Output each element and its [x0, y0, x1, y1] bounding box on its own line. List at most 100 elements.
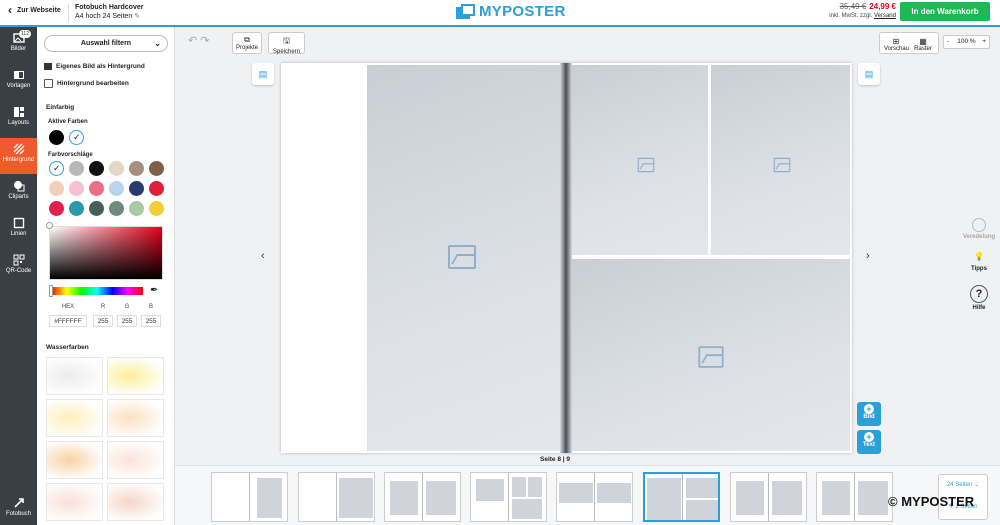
- copy-icon: ⧉: [244, 35, 250, 44]
- pages-count-select[interactable]: 24 Seiten ⌄: [939, 481, 987, 488]
- watercolor-tile[interactable]: [107, 399, 164, 437]
- color-swatch[interactable]: [149, 161, 164, 176]
- add-to-cart-button[interactable]: In den Warenkorb: [900, 2, 990, 21]
- color-swatch[interactable]: [89, 161, 104, 176]
- product-subtitle[interactable]: A4 hoch 24 Seiten ✎: [75, 12, 143, 21]
- finishing-tool[interactable]: Veredelung: [957, 218, 1000, 240]
- lightbulb-icon: 💡: [974, 252, 984, 261]
- color-swatch[interactable]: [129, 201, 144, 216]
- nav-item-background[interactable]: Hintergrund: [0, 138, 37, 174]
- plus-icon: +: [864, 404, 874, 414]
- view-tools: ⊞ Vorschau ▦ Raster: [879, 32, 939, 54]
- left-page-layout-icon[interactable]: ▤: [252, 63, 274, 85]
- color-swatch[interactable]: ✓: [69, 130, 84, 145]
- photo-placeholder[interactable]: [572, 259, 850, 451]
- undo-icon[interactable]: ↶: [188, 35, 197, 47]
- nav-item-layouts[interactable]: Layouts: [0, 101, 37, 137]
- page-thumbnail[interactable]: [470, 472, 547, 522]
- page-thumbnail[interactable]: [384, 472, 461, 522]
- page-thumbnail[interactable]: [556, 472, 633, 522]
- edit-background-checkbox[interactable]: [44, 79, 53, 88]
- background-icon: [13, 143, 24, 155]
- save-button[interactable]: 🖫 Speichern: [268, 32, 305, 55]
- watercolor-tile[interactable]: [46, 399, 103, 437]
- color-swatch[interactable]: [49, 201, 64, 216]
- color-swatch[interactable]: [69, 201, 84, 216]
- r-input[interactable]: 255: [93, 315, 113, 327]
- photo-placeholder[interactable]: [367, 65, 560, 451]
- product-info: Fotobuch Hardcover A4 hoch 24 Seiten ✎: [75, 3, 143, 21]
- top-bar: ‹ Zur Webseite Fotobuch Hardcover A4 hoc…: [0, 0, 1000, 27]
- b-label: B: [148, 304, 153, 310]
- eyedropper-icon[interactable]: ✒: [150, 285, 158, 296]
- watercolor-tile[interactable]: [46, 357, 103, 395]
- filter-select[interactable]: Auswahl filtern ⌄: [44, 35, 168, 52]
- color-swatch[interactable]: [129, 161, 144, 176]
- myposter-logo-icon: [456, 3, 476, 20]
- projects-button[interactable]: ⧉ Projekte: [232, 32, 262, 54]
- g-input[interactable]: 255: [117, 315, 137, 327]
- color-swatch[interactable]: [149, 201, 164, 216]
- nav-item-qr-code[interactable]: QR-Code: [0, 249, 37, 285]
- hue-slider-handle[interactable]: [49, 285, 53, 297]
- photo-placeholder[interactable]: [572, 65, 708, 255]
- color-swatch[interactable]: [109, 201, 124, 216]
- color-swatch[interactable]: [129, 181, 144, 196]
- add-text-button[interactable]: + Text: [857, 430, 881, 454]
- tips-tool[interactable]: 💡 Tipps: [957, 250, 1000, 272]
- page-thumbnail[interactable]: [730, 472, 807, 522]
- previous-page-arrow[interactable]: ‹: [261, 250, 265, 262]
- color-swatch[interactable]: ✓: [49, 161, 64, 176]
- watercolor-tile[interactable]: [107, 483, 164, 521]
- current-price: 24,99 €: [869, 2, 896, 11]
- gradient-handle[interactable]: [46, 222, 53, 229]
- zoom-in-button[interactable]: +: [982, 36, 986, 48]
- page-thumbnail[interactable]: [211, 472, 288, 522]
- help-tool[interactable]: ? Hilfe: [957, 285, 1000, 311]
- active-colors-label: Aktive Farben: [48, 119, 88, 125]
- color-swatch[interactable]: [69, 161, 84, 176]
- book-spine: [560, 63, 572, 453]
- photo-placeholder[interactable]: [711, 65, 850, 255]
- hex-input[interactable]: #FFFFFF: [49, 315, 87, 327]
- redo-icon[interactable]: ↷: [200, 35, 209, 47]
- edit-background-option[interactable]: Hintergrund bearbeiten: [44, 79, 129, 88]
- zoom-value[interactable]: 100 %: [957, 38, 975, 45]
- page-thumbnail[interactable]: [298, 472, 375, 522]
- brand-logo[interactable]: MYPOSTER: [456, 3, 566, 20]
- edit-pencil-icon[interactable]: ✎: [134, 13, 140, 20]
- page-thumbnail[interactable]: [816, 472, 893, 522]
- nav-item-templates[interactable]: Vorlagen: [0, 64, 37, 100]
- color-swatch[interactable]: [69, 181, 84, 196]
- watercolor-tile[interactable]: [107, 357, 164, 395]
- nav-item-photobook[interactable]: Fotobuch: [0, 492, 37, 525]
- color-swatch[interactable]: [109, 181, 124, 196]
- add-image-button[interactable]: + Bild: [857, 402, 881, 426]
- background-panel: Auswahl filtern ⌄ Eigenes Bild als Hinte…: [37, 27, 175, 525]
- grid-button[interactable]: ▦ Raster: [911, 35, 935, 52]
- shipping-link[interactable]: Versand: [874, 13, 896, 19]
- next-page-arrow[interactable]: ›: [866, 250, 870, 262]
- b-input[interactable]: 255: [141, 315, 161, 327]
- solid-color-heading: Einfarbig: [46, 104, 75, 111]
- preview-button[interactable]: ⊞ Vorschau: [884, 35, 909, 52]
- color-swatch[interactable]: [89, 201, 104, 216]
- own-image-background-option[interactable]: Eigenes Bild als Hintergrund: [44, 63, 145, 70]
- nav-item-lines[interactable]: Linien: [0, 212, 37, 248]
- zoom-out-button[interactable]: -: [947, 36, 949, 48]
- hue-slider[interactable]: [51, 287, 143, 295]
- color-swatch[interactable]: [89, 181, 104, 196]
- color-swatch[interactable]: [49, 130, 64, 145]
- watercolor-tile[interactable]: [46, 441, 103, 479]
- page-thumbnail[interactable]: [643, 472, 720, 522]
- color-swatch[interactable]: [109, 161, 124, 176]
- right-page-layout-icon[interactable]: ▤: [858, 63, 880, 85]
- back-to-website-link[interactable]: ‹ Zur Webseite: [8, 4, 61, 16]
- color-gradient-picker[interactable]: [49, 226, 163, 280]
- nav-item-cliparts[interactable]: Cliparts: [0, 175, 37, 211]
- color-swatch[interactable]: [149, 181, 164, 196]
- watercolor-tile[interactable]: [46, 483, 103, 521]
- color-swatch[interactable]: [49, 181, 64, 196]
- nav-item-images[interactable]: Bilder 112: [0, 27, 37, 63]
- watercolor-tile[interactable]: [107, 441, 164, 479]
